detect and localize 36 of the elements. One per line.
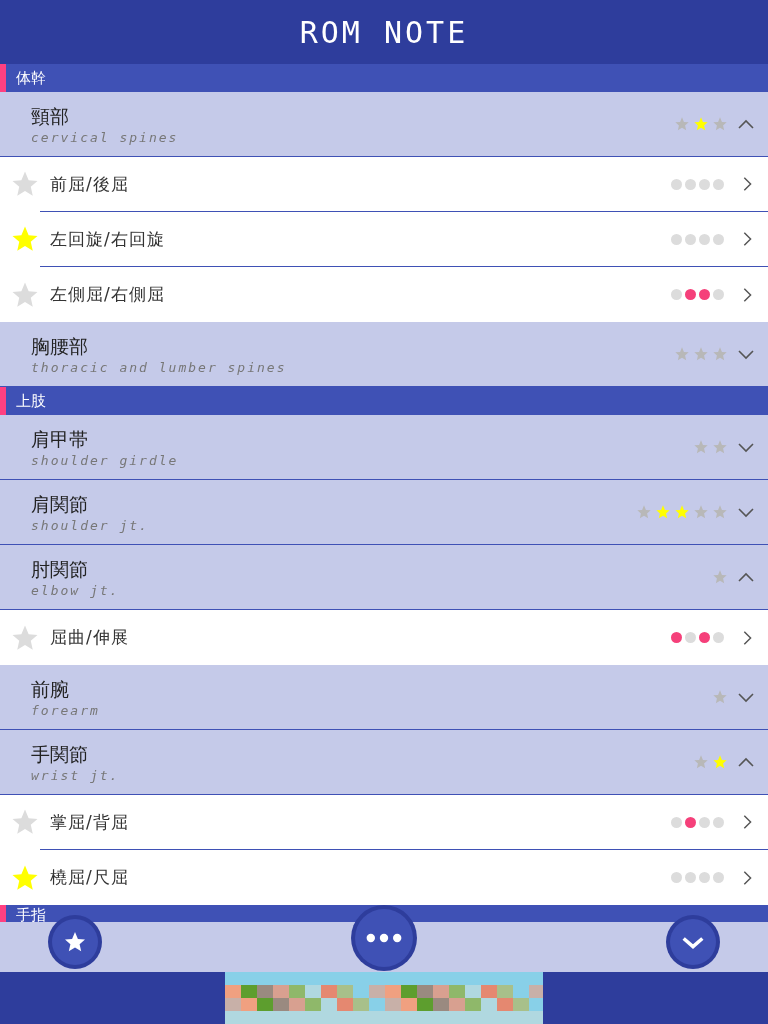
group-row[interactable]: 手関節 wrist jt. <box>0 730 768 795</box>
group-subtitle: forearm <box>31 702 101 718</box>
star-icon <box>63 930 87 954</box>
group-title: 頸部 <box>31 103 70 129</box>
group-row[interactable]: 肘関節 elbow jt. <box>0 545 768 610</box>
group-subtitle: wrist jt. <box>31 767 121 783</box>
group-row[interactable]: 胸腰部 thoracic and lumber spines <box>0 322 768 387</box>
group-title: 肘関節 <box>31 556 89 582</box>
group-title: 肩甲帯 <box>31 426 89 452</box>
section-title: 上肢 <box>16 393 46 409</box>
favorites-button[interactable] <box>52 919 98 965</box>
group-title: 手関節 <box>31 741 89 767</box>
group-title: 前腕 <box>31 676 70 702</box>
item-label[interactable]: 橈屈/尺屈 <box>50 866 671 889</box>
more-icon <box>366 933 402 943</box>
group-title: 肩関節 <box>31 491 89 517</box>
item-label[interactable]: 左側屈/右側屈 <box>50 283 671 306</box>
group-subtitle: shoulder jt. <box>31 517 150 533</box>
group-row[interactable]: 肩関節 shoulder jt. <box>0 480 768 545</box>
item-label[interactable]: 掌屈/背屈 <box>50 810 671 834</box>
group-subtitle: shoulder girdle <box>31 452 180 468</box>
scroll-down-button[interactable] <box>670 919 716 965</box>
item-label[interactable]: 前屈/後屈 <box>50 172 671 196</box>
app-title: ROM NOTE <box>299 14 469 50</box>
group-subtitle: cervical spines <box>31 129 180 145</box>
group-subtitle: elbow jt. <box>31 582 121 598</box>
group-row[interactable]: 肩甲帯 shoulder girdle <box>0 415 768 480</box>
section-title: 体幹 <box>16 70 46 86</box>
group-title: 胸腰部 <box>31 333 89 359</box>
item-label[interactable]: 屈曲/伸展 <box>50 626 671 649</box>
group-subtitle: thoracic and lumber spines <box>31 359 288 375</box>
more-button[interactable] <box>355 909 413 967</box>
section-title: 手指 <box>16 907 46 922</box>
item-label[interactable]: 左回旋/右回旋 <box>50 227 671 251</box>
group-row[interactable]: 前腕 forearm <box>0 665 768 730</box>
group-row[interactable]: 頸部 cervical spines <box>0 92 768 157</box>
